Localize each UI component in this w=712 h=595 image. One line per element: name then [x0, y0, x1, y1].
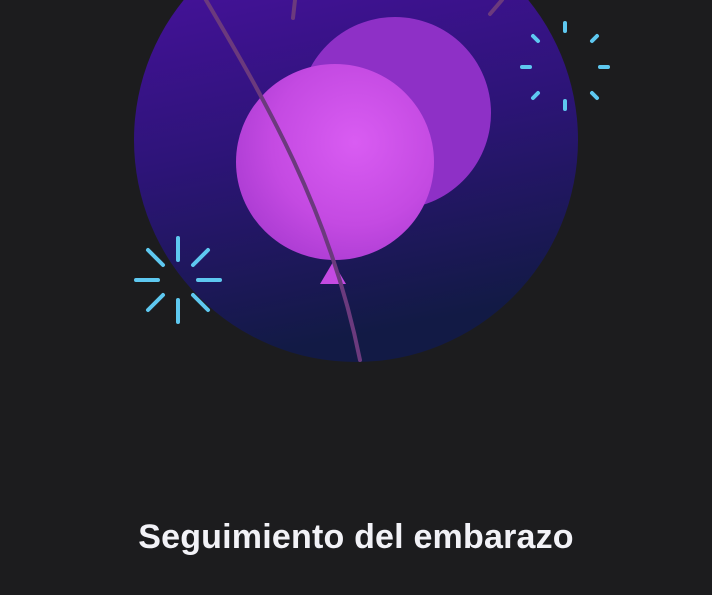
sparkle-burst-icon — [134, 236, 222, 324]
page-title: Seguimiento del embarazo — [138, 518, 574, 556]
pregnancy-tracking-onboarding-screen: Seguimiento del embarazo — [0, 0, 712, 595]
front-balloon — [236, 64, 434, 260]
description-text-cropped — [40, 586, 672, 595]
balloon-string-icon — [291, 0, 297, 20]
balloon-celebration-illustration — [134, 0, 610, 362]
